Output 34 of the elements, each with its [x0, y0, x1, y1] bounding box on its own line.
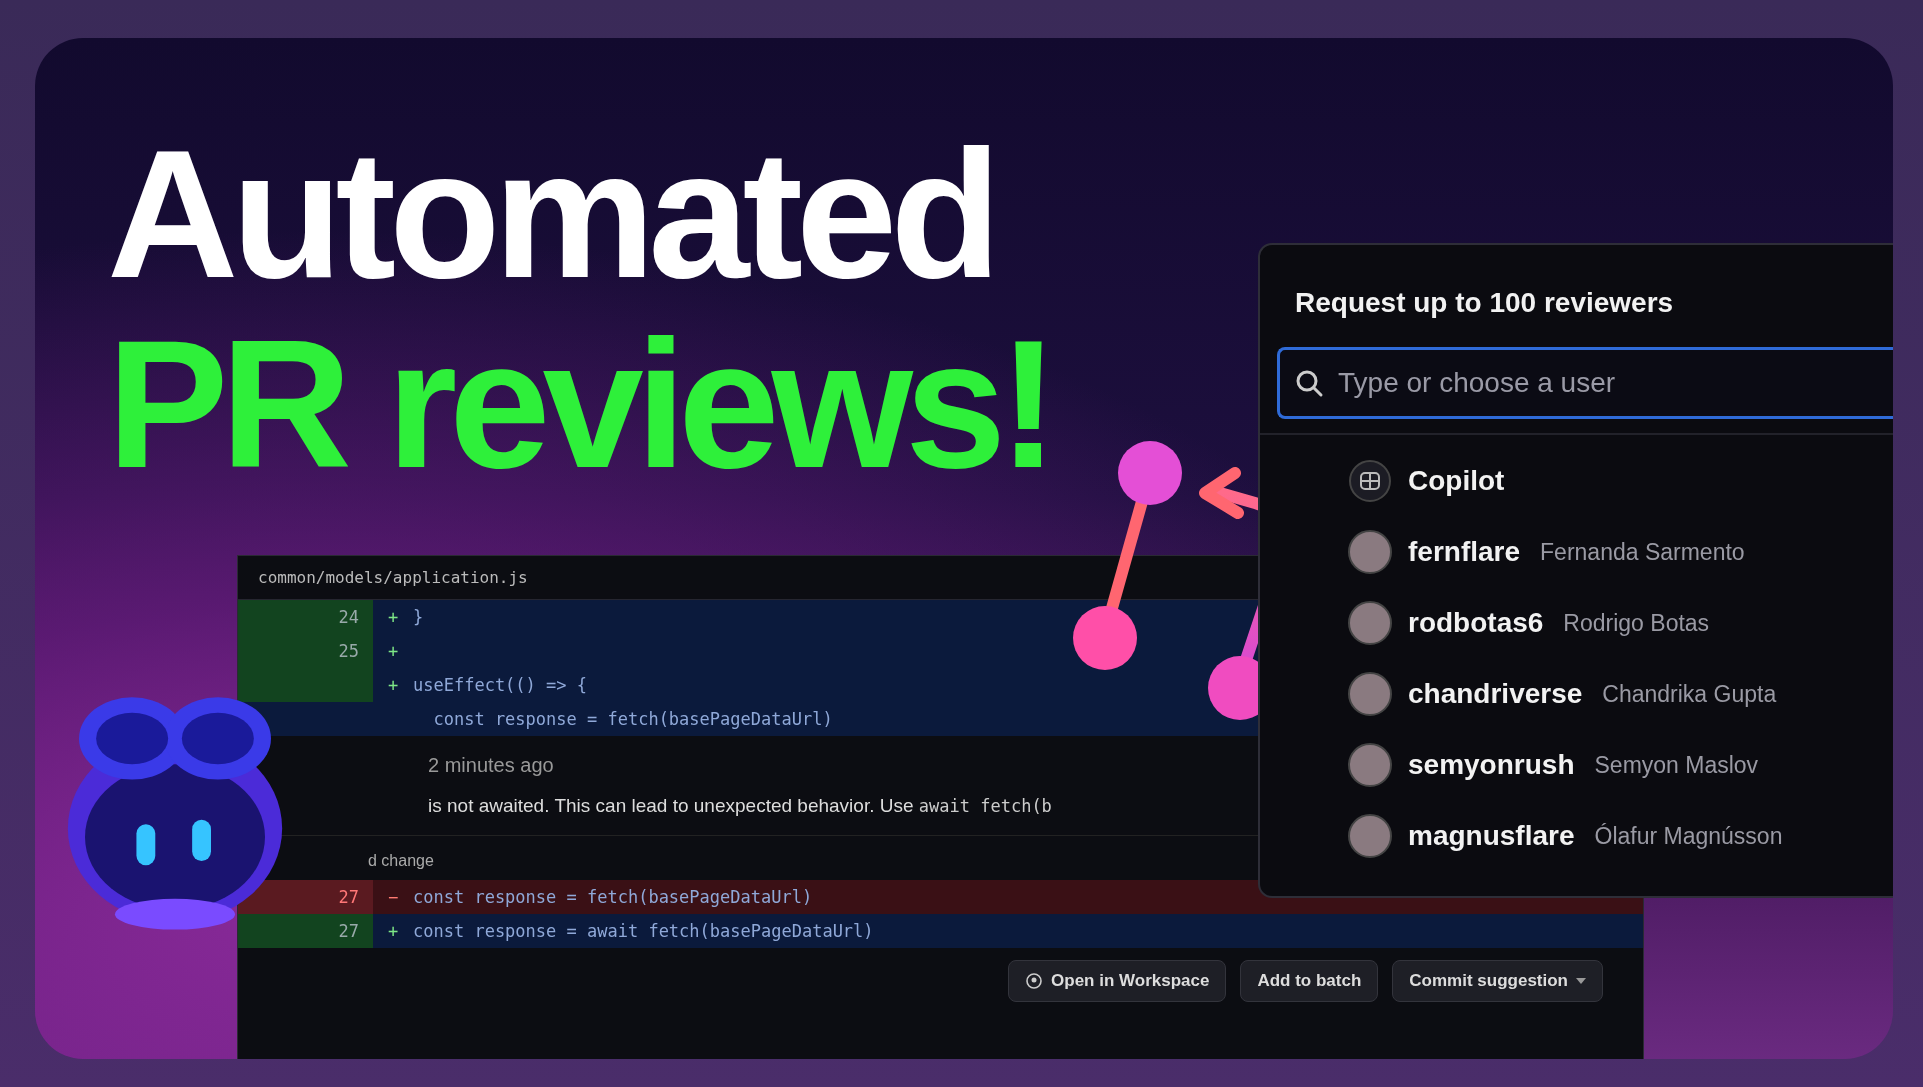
avatar	[1348, 672, 1392, 716]
headline-title: Automated	[107, 123, 996, 305]
reviewer-item[interactable]: Copilot	[1260, 459, 1893, 503]
diff-sign: −	[386, 887, 400, 907]
line-number: 25	[238, 634, 373, 668]
search-field[interactable]: Type or choose a user	[1277, 347, 1893, 419]
bot-icon	[1348, 459, 1392, 503]
commit-dropdown-button[interactable]: Commit suggestion	[1392, 960, 1603, 1002]
diff-sign: +	[386, 641, 400, 661]
diff-sign: +	[386, 607, 400, 627]
comment-text: is not awaited. This can lead to unexpected behavior. Use await fetch(b	[428, 795, 1053, 817]
avatar	[1348, 743, 1392, 787]
avatar	[1348, 814, 1392, 858]
code-line: }	[413, 607, 424, 627]
reviewer-item[interactable]: chandriverse Chandrika Gupta	[1260, 672, 1893, 716]
comment-time: 2 minutes ago	[428, 754, 554, 777]
diff-sign: +	[386, 675, 400, 695]
diff-sign: +	[386, 921, 400, 941]
headline-subtitle: PR reviews!	[107, 313, 1051, 495]
line-number: 24	[238, 600, 373, 634]
action-button[interactable]: Open in Workspace	[1008, 960, 1227, 1002]
line-number: 27	[238, 914, 373, 948]
caret-icon	[1576, 978, 1586, 984]
reviewer-item[interactable]: semyonrush Semyon Maslov	[1260, 743, 1893, 787]
line-number: 27	[238, 880, 373, 914]
panel-title: Request up to 100 reviewers	[1294, 286, 1675, 319]
action-button[interactable]: Add to batch	[1240, 960, 1379, 1002]
code-line: const response = fetch(basePageDataUrl)	[413, 887, 813, 907]
code-line: useEffect(() => {	[413, 675, 587, 695]
reviewer-item[interactable]: rodbotas6 Rodrigo Botas	[1260, 601, 1893, 645]
avatar	[1348, 601, 1392, 645]
avatar	[1348, 530, 1392, 574]
code-line: const response = await fetch(basePageDataUrl)	[413, 921, 874, 941]
code-line: const response = fetch(basePageDataUrl)	[432, 709, 833, 729]
